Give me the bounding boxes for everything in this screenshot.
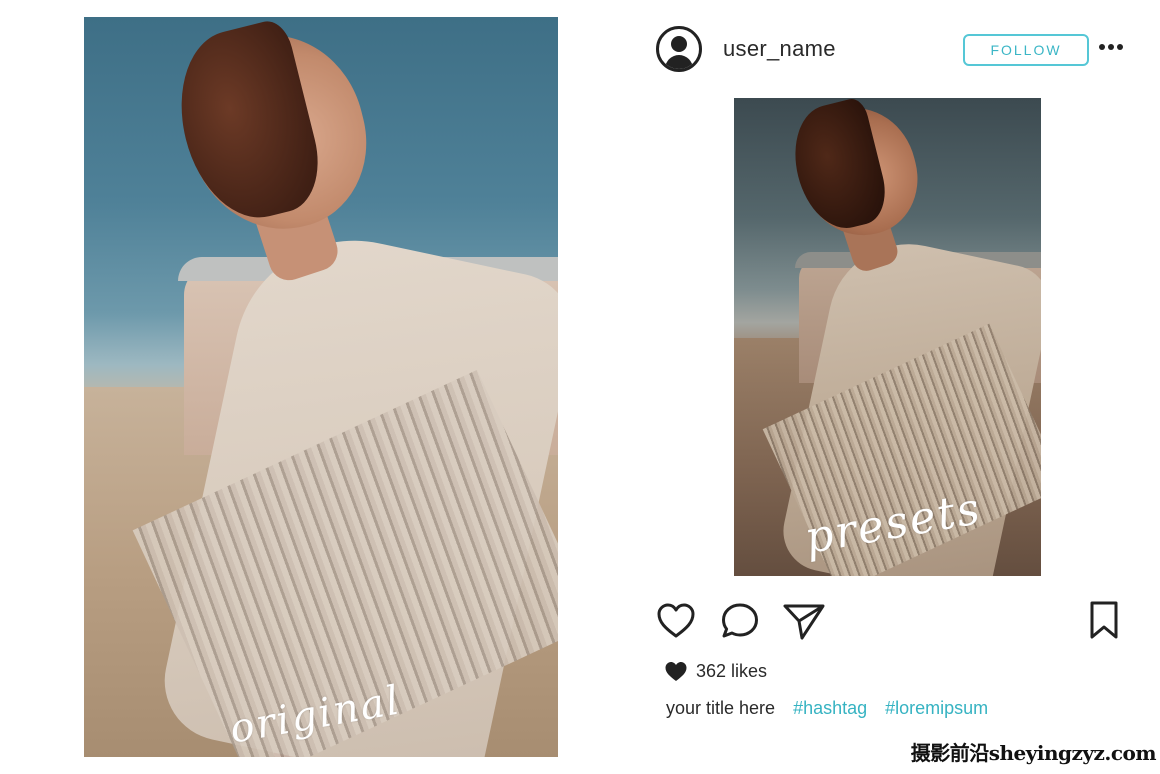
post-caption: your title here #hashtag #loremipsum xyxy=(666,698,988,719)
heart-icon[interactable] xyxy=(655,600,697,642)
follow-button[interactable]: FOLLOW xyxy=(963,34,1089,66)
avatar-shoulders xyxy=(665,55,693,69)
dot xyxy=(1117,44,1123,50)
username[interactable]: user_name xyxy=(723,36,836,62)
avatar-head xyxy=(671,36,687,52)
more-options-icon[interactable] xyxy=(1099,44,1123,52)
hashtag-link[interactable]: #hashtag xyxy=(793,698,867,719)
comment-icon[interactable] xyxy=(719,600,761,642)
watermark: 摄影前沿sheyingzyz.com xyxy=(910,741,1157,765)
hashtag-link[interactable]: #loremipsum xyxy=(885,698,988,719)
user-avatar-icon[interactable] xyxy=(656,26,702,72)
original-photo: original xyxy=(84,17,558,757)
send-icon[interactable] xyxy=(782,600,826,642)
post-photo[interactable]: presets xyxy=(734,98,1041,576)
dot xyxy=(1099,44,1105,50)
likes-count: 362 likes xyxy=(696,660,768,681)
filled-heart-icon xyxy=(665,662,687,681)
likes-row[interactable]: 362 likes xyxy=(664,660,767,682)
bookmark-icon[interactable] xyxy=(1086,600,1122,640)
dot xyxy=(1108,44,1114,50)
post-title: your title here xyxy=(666,698,776,718)
